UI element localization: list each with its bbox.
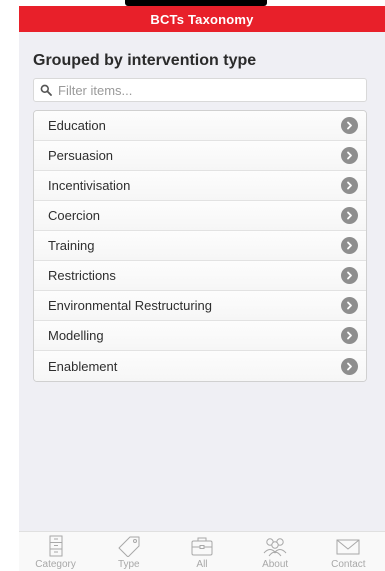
list-item-coercion[interactable]: Coercion xyxy=(34,201,366,231)
list-item-restrictions[interactable]: Restrictions xyxy=(34,261,366,291)
tab-contact[interactable]: Contact xyxy=(318,535,378,570)
tab-about[interactable]: About xyxy=(245,535,305,570)
people-icon xyxy=(263,538,287,557)
chevron-right-icon xyxy=(341,267,358,284)
chevron-right-icon xyxy=(341,357,358,375)
list-item-education[interactable]: Education xyxy=(34,111,366,141)
chevron-right-icon xyxy=(341,297,358,314)
list-item-persuasion[interactable]: Persuasion xyxy=(34,141,366,171)
list-item-label: Modelling xyxy=(48,328,104,343)
list-item-label: Restrictions xyxy=(48,268,116,283)
chevron-right-icon xyxy=(341,147,358,164)
tab-all[interactable]: All xyxy=(172,535,232,570)
chevron-right-icon xyxy=(341,207,358,224)
list-item-label: Incentivisation xyxy=(48,178,131,193)
list-item-incentivisation[interactable]: Incentivisation xyxy=(34,171,366,201)
chevron-right-icon xyxy=(341,177,358,194)
nav-bar: BCTs Taxonomy xyxy=(19,6,385,32)
chevron-right-icon xyxy=(341,327,358,344)
section-title: Grouped by intervention type xyxy=(33,52,257,69)
list-item-label: Education xyxy=(48,118,106,133)
chevron-right-icon xyxy=(341,117,358,134)
tab-bar: Category Type All About Contact xyxy=(19,531,385,571)
tab-label: Contact xyxy=(331,559,366,570)
tab-label: All xyxy=(196,559,208,570)
list-item-label: Enablement xyxy=(48,358,118,374)
chevron-right-icon xyxy=(341,237,358,254)
search-icon xyxy=(40,83,54,97)
tab-label: About xyxy=(262,559,289,570)
list-item-label: Coercion xyxy=(48,208,101,223)
list-item-environmental-restructuring[interactable]: Environmental Restructuring xyxy=(34,291,366,321)
list-item-enablement[interactable]: Enablement xyxy=(34,351,366,381)
list-item-label: Training xyxy=(48,238,95,253)
list-item-modelling[interactable]: Modelling xyxy=(34,321,366,351)
filter-input[interactable] xyxy=(58,82,358,98)
toolbox-icon xyxy=(191,537,213,556)
app-screen: BCTs Taxonomy Grouped by intervention ty… xyxy=(19,6,385,571)
tab-label: Category xyxy=(35,559,76,570)
cabinet-icon xyxy=(49,535,63,557)
list-item-label: Persuasion xyxy=(48,148,114,163)
intervention-list: Education Persuasion Incentivisation Coe… xyxy=(33,110,367,382)
page-title: BCTs Taxonomy xyxy=(150,11,254,27)
tab-type[interactable]: Type xyxy=(99,535,159,570)
tab-label: Type xyxy=(117,559,140,570)
tag-icon xyxy=(118,536,140,557)
list-item-training[interactable]: Training xyxy=(34,231,366,261)
tab-category[interactable]: Category xyxy=(26,535,86,570)
filter-box[interactable] xyxy=(33,78,367,102)
envelope-icon xyxy=(336,539,360,555)
list-item-label: Environmental Restructuring xyxy=(48,298,213,313)
